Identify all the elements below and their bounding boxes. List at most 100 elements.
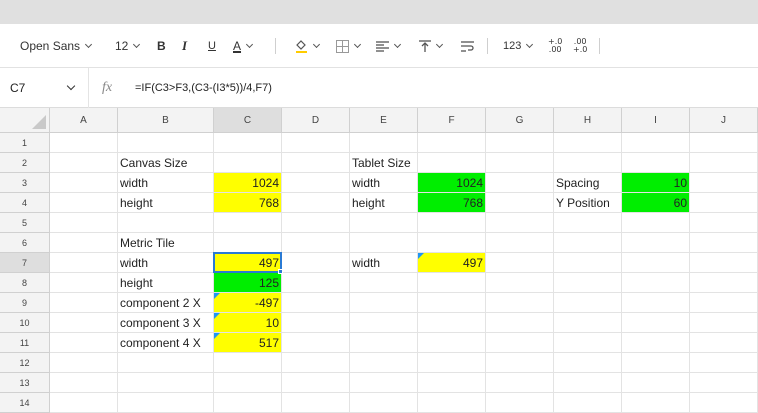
- row-header-5[interactable]: 5: [0, 213, 50, 233]
- chevron-down-icon: [526, 40, 534, 49]
- row-header-9[interactable]: 9: [0, 293, 50, 313]
- horizontal-align-button[interactable]: [376, 24, 402, 68]
- text-wrap-button[interactable]: [461, 24, 474, 68]
- cell-value: 1024: [456, 175, 483, 190]
- cell-value: Spacing: [556, 175, 600, 190]
- cell-area[interactable]: Canvas Size width 1024 height 768 Metric Tile…: [50, 133, 758, 413]
- row-header-8[interactable]: 8: [0, 273, 50, 293]
- fill-color-button[interactable]: [294, 24, 321, 68]
- cell-c10[interactable]: 10: [214, 313, 281, 332]
- function-icon[interactable]: fx: [102, 68, 112, 108]
- italic-button[interactable]: I: [182, 24, 187, 68]
- column-header-j[interactable]: J: [690, 108, 758, 133]
- vertical-align-button[interactable]: [419, 24, 444, 68]
- cell-c11[interactable]: 517: [214, 333, 281, 352]
- column-header-d[interactable]: D: [282, 108, 350, 133]
- cell-b11[interactable]: component 4 X: [118, 333, 213, 352]
- chevron-down-icon: [353, 40, 362, 49]
- cell-h4[interactable]: Y Position: [554, 193, 621, 212]
- row-header-13[interactable]: 13: [0, 373, 50, 393]
- column-header-g[interactable]: G: [486, 108, 554, 133]
- column-header-a[interactable]: A: [50, 108, 118, 133]
- chevron-down-icon: [435, 40, 444, 49]
- row-header-10[interactable]: 10: [0, 313, 50, 333]
- row-header-2[interactable]: 2: [0, 153, 50, 173]
- cell-b6[interactable]: Metric Tile: [118, 233, 213, 252]
- cell-f4[interactable]: 768: [418, 193, 485, 212]
- cell-b3[interactable]: width: [118, 173, 213, 192]
- cell-value: Y Position: [556, 195, 610, 210]
- cell-i4[interactable]: 60: [622, 193, 689, 212]
- cell-value: -497: [254, 295, 279, 310]
- name-box[interactable]: C7: [10, 68, 25, 108]
- bold-button[interactable]: B: [157, 24, 166, 68]
- column-header-e[interactable]: E: [350, 108, 418, 133]
- cell-value: Canvas Size: [120, 155, 188, 170]
- formula-bar-divider: [88, 68, 89, 108]
- column-header-i[interactable]: I: [622, 108, 690, 133]
- column-header-f[interactable]: F: [418, 108, 486, 133]
- cell-value: 517: [258, 335, 279, 350]
- cell-c7[interactable]: 497: [214, 253, 281, 272]
- cell-b9[interactable]: component 2 X: [118, 293, 213, 312]
- cell-f7[interactable]: 497: [418, 253, 485, 272]
- font-size-select[interactable]: 12: [115, 24, 141, 68]
- cell-b10[interactable]: component 3 X: [118, 313, 213, 332]
- borders-button[interactable]: [336, 24, 362, 68]
- cell-b7[interactable]: width: [118, 253, 213, 272]
- underline-button[interactable]: U: [208, 24, 216, 68]
- cell-value: component 3 X: [120, 315, 201, 330]
- row-header-4[interactable]: 4: [0, 193, 50, 213]
- row-header-14[interactable]: 14: [0, 393, 50, 413]
- cell-c4[interactable]: 768: [214, 193, 281, 212]
- column-header-c[interactable]: C: [214, 108, 282, 133]
- row-header-12[interactable]: 12: [0, 353, 50, 373]
- cell-value: 60: [673, 195, 687, 210]
- cell-e4[interactable]: height: [350, 193, 417, 212]
- row-header-1[interactable]: 1: [0, 133, 50, 153]
- row-header-6[interactable]: 6: [0, 233, 50, 253]
- cell-e7[interactable]: width: [350, 253, 417, 272]
- cell-e3[interactable]: width: [350, 173, 417, 192]
- column-gridline: [485, 133, 486, 413]
- cell-e2[interactable]: Tablet Size: [350, 153, 417, 172]
- increase-decimal-icon: .00 +.0: [573, 37, 588, 54]
- cell-h3[interactable]: Spacing: [554, 173, 621, 192]
- font-family-select[interactable]: Open Sans: [20, 24, 93, 68]
- font-size-value: 12: [115, 39, 129, 53]
- row-header-7[interactable]: 7: [0, 253, 50, 273]
- column-header-h[interactable]: H: [554, 108, 622, 133]
- cell-value: width: [120, 255, 149, 270]
- row-header-3[interactable]: 3: [0, 173, 50, 193]
- chevron-down-icon: [312, 40, 321, 49]
- formula-input[interactable]: =IF(C3>F3,(C3-(I3*5))/4,F7): [135, 68, 272, 108]
- increase-decimal-button[interactable]: .00 +.0: [573, 24, 587, 68]
- cell-value: component 4 X: [120, 335, 201, 350]
- cell-f3[interactable]: 1024: [418, 173, 485, 192]
- cell-c8[interactable]: 125: [214, 273, 281, 292]
- comment-marker-icon: [214, 313, 220, 319]
- cell-value: height: [120, 275, 153, 290]
- chevron-down-icon[interactable]: [66, 81, 76, 91]
- cell-c3[interactable]: 1024: [214, 173, 281, 192]
- decrease-decimal-button[interactable]: +.0 .00: [548, 24, 562, 68]
- number-format-select[interactable]: 123: [503, 24, 534, 68]
- fill-handle[interactable]: [278, 269, 283, 274]
- cell-i3[interactable]: 10: [622, 173, 689, 192]
- cell-b2[interactable]: Canvas Size: [118, 153, 213, 172]
- row-gridline: [50, 372, 758, 373]
- cell-b4[interactable]: height: [118, 193, 213, 212]
- cell-b8[interactable]: height: [118, 273, 213, 292]
- toolbar-divider: [275, 38, 276, 54]
- select-all-corner[interactable]: [0, 108, 50, 133]
- chevron-down-icon: [85, 40, 93, 49]
- row-header-11[interactable]: 11: [0, 333, 50, 353]
- font-family-value: Open Sans: [20, 39, 81, 53]
- cell-value: width: [352, 255, 381, 270]
- column-header-b[interactable]: B: [118, 108, 214, 133]
- cell-c9[interactable]: -497: [214, 293, 281, 312]
- cell-value: component 2 X: [120, 295, 201, 310]
- chevron-down-icon: [133, 40, 141, 49]
- chevron-down-icon: [245, 40, 254, 49]
- font-color-button[interactable]: A: [233, 24, 254, 68]
